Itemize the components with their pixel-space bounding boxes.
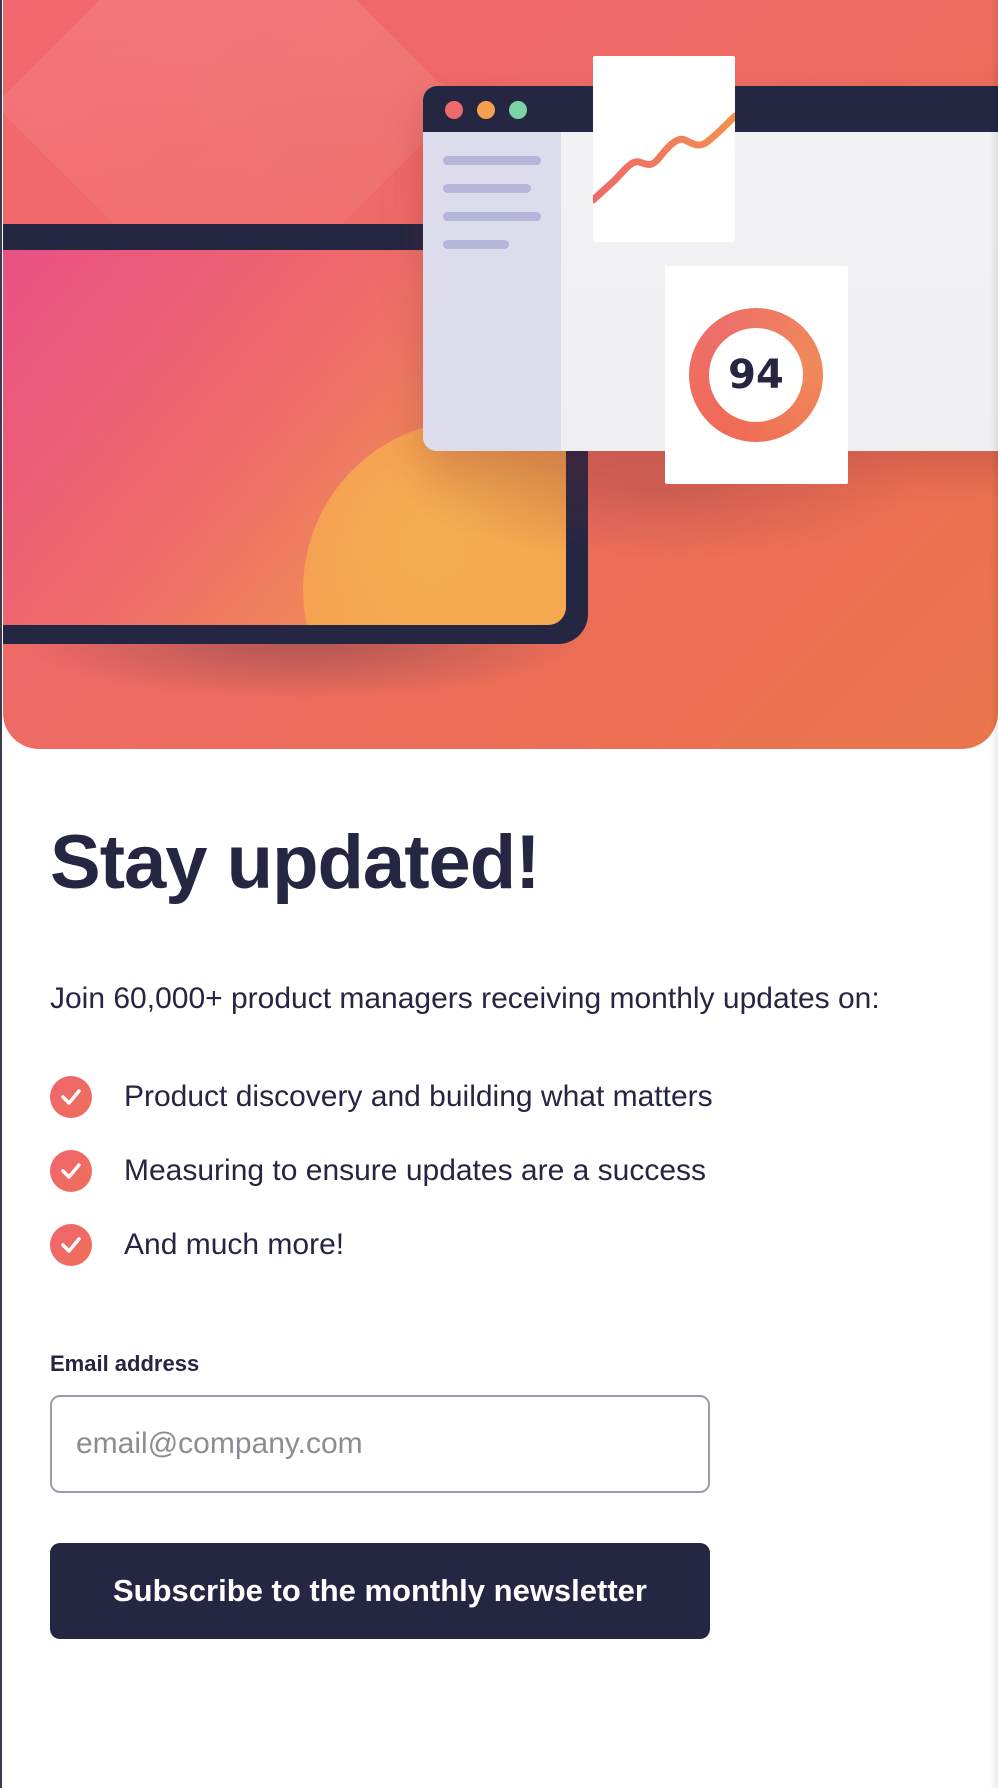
window-maximize-dot <box>509 101 527 119</box>
check-icon <box>50 1150 92 1192</box>
intro-text: Join 60,000+ product managers receiving … <box>50 982 880 1015</box>
sidebar-placeholder-line <box>443 156 541 165</box>
score-value: 94 <box>728 352 784 398</box>
sidebar-placeholder-line <box>443 212 541 221</box>
window-minimize-dot <box>477 101 495 119</box>
page-title: Stay updated! <box>50 820 540 905</box>
feature-text: Product discovery and building what matt… <box>124 1080 713 1113</box>
sidebar-placeholder-line <box>443 240 509 249</box>
dashboard-sidebar <box>423 132 561 451</box>
check-icon <box>50 1224 92 1266</box>
score-ring-center: 94 <box>709 328 803 422</box>
window-close-dot <box>445 101 463 119</box>
subscribe-button[interactable]: Subscribe to the monthly newsletter <box>50 1543 710 1639</box>
email-field[interactable] <box>50 1395 710 1493</box>
email-label: Email address <box>50 1351 200 1376</box>
feature-text: Measuring to ensure updates are a succes… <box>124 1154 706 1187</box>
window-edge <box>0 0 2 1788</box>
feature-text: And much more! <box>124 1228 345 1261</box>
window-shadow <box>990 0 998 1788</box>
score-ring: 94 <box>689 308 823 442</box>
hero-illustration: 94 <box>3 0 998 749</box>
sidebar-placeholder-line <box>443 184 531 193</box>
score-card: 94 <box>665 266 848 484</box>
trend-line-icon <box>589 112 739 204</box>
check-icon <box>50 1076 92 1118</box>
trend-chart-card <box>589 56 739 242</box>
